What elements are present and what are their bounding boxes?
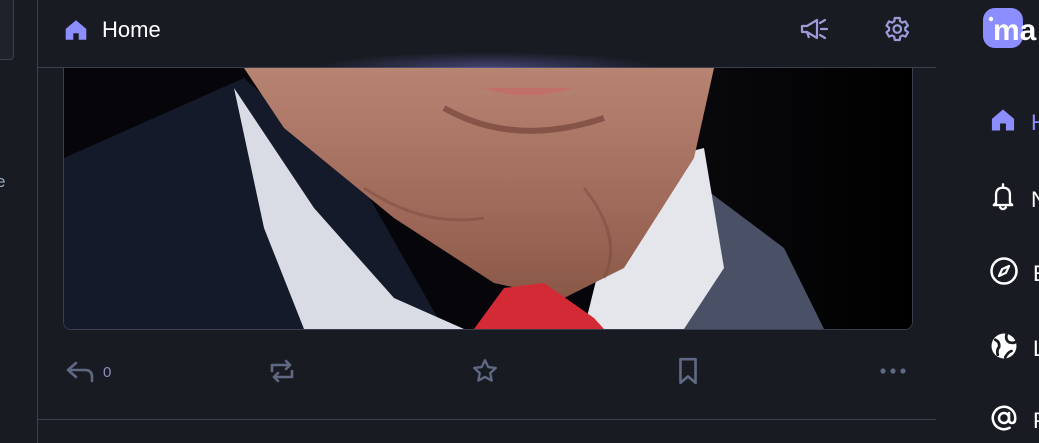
more-button[interactable] bbox=[878, 353, 908, 389]
nav-item-notifications-label: N bbox=[1031, 186, 1039, 212]
navigation-panel: ma H N E L P bbox=[936, 0, 1039, 443]
nav-item-notifications[interactable]: N bbox=[989, 182, 1039, 217]
settings-button[interactable] bbox=[879, 14, 913, 48]
bookmark-button[interactable] bbox=[675, 353, 701, 389]
at-icon bbox=[989, 403, 1019, 438]
nav-item-home[interactable]: H bbox=[989, 106, 1039, 139]
bookmark-icon bbox=[675, 357, 701, 385]
boost-button[interactable] bbox=[267, 353, 297, 389]
gear-icon bbox=[881, 14, 911, 49]
announcements-button[interactable] bbox=[798, 14, 832, 48]
home-icon bbox=[989, 106, 1017, 139]
nav-item-explore[interactable]: E bbox=[989, 256, 1039, 291]
nav-item-live-label: L bbox=[1033, 336, 1039, 362]
megaphone-icon bbox=[799, 16, 831, 47]
nav-item-live[interactable]: L bbox=[989, 331, 1039, 366]
nav-item-mentions[interactable]: P bbox=[989, 403, 1039, 438]
home-icon bbox=[63, 17, 89, 43]
nav-item-mentions-label: P bbox=[1033, 408, 1039, 434]
mastodon-logo[interactable]: ma bbox=[981, 6, 1039, 57]
compass-icon bbox=[989, 256, 1019, 291]
home-column: Home 0 bbox=[37, 0, 937, 443]
reply-icon bbox=[65, 359, 95, 383]
reply-count: 0 bbox=[103, 363, 112, 381]
bell-icon bbox=[989, 182, 1017, 217]
page-title: Home bbox=[102, 17, 161, 42]
logo-text: ma bbox=[993, 14, 1037, 47]
reply-button[interactable]: 0 bbox=[65, 353, 111, 389]
nav-item-explore-label: E bbox=[1033, 261, 1039, 287]
boost-icon bbox=[267, 358, 297, 384]
column-header[interactable]: Home bbox=[38, 0, 936, 82]
status-action-bar: 0 bbox=[38, 345, 936, 401]
left-panel-box bbox=[0, 0, 14, 60]
status-divider bbox=[38, 419, 936, 420]
star-icon bbox=[470, 357, 500, 385]
globe-icon bbox=[989, 331, 1019, 366]
more-icon bbox=[878, 365, 908, 377]
left-column: e bbox=[0, 0, 14, 443]
media-image bbox=[64, 68, 912, 329]
left-column-text-fragment: e bbox=[0, 172, 6, 191]
favourite-button[interactable] bbox=[470, 353, 500, 389]
media-attachment[interactable] bbox=[63, 68, 913, 330]
nav-item-home-label: H bbox=[1031, 109, 1039, 135]
